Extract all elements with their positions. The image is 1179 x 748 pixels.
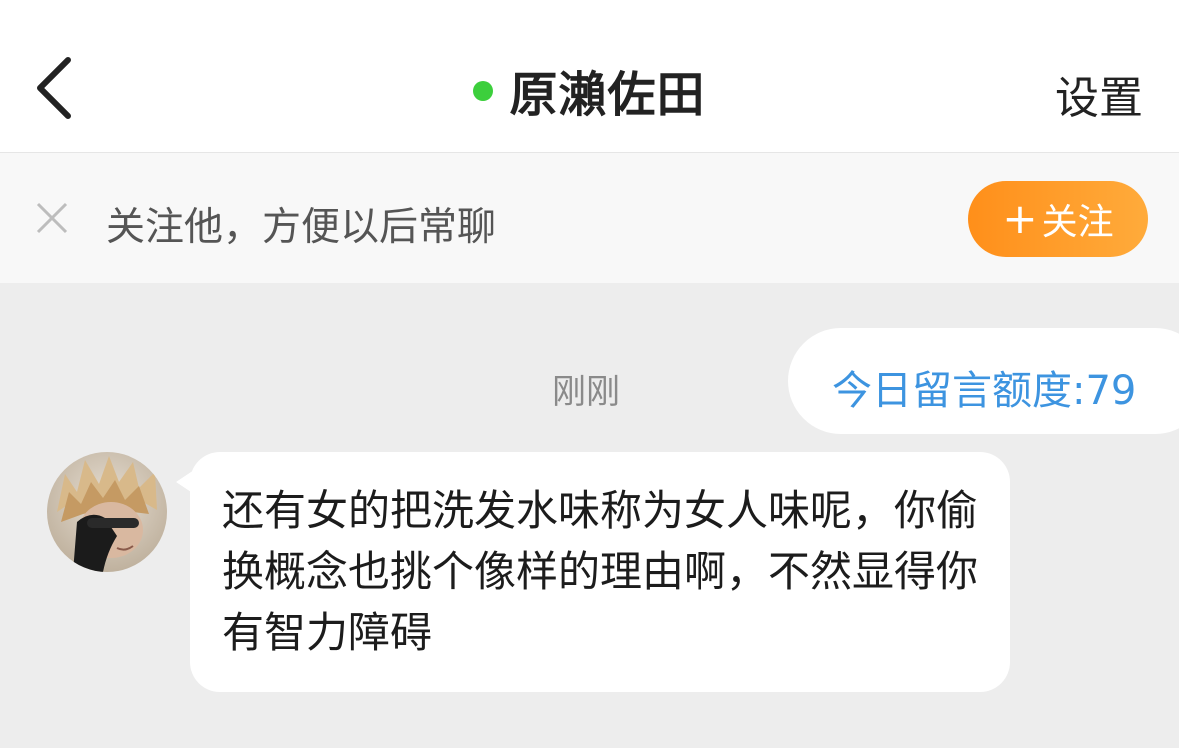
close-icon[interactable] bbox=[34, 200, 70, 236]
settings-button[interactable]: 设置 bbox=[1055, 62, 1143, 126]
follow-button-label: 关注 bbox=[1041, 202, 1114, 243]
top-navigation-bar: 原瀨佐田 设置 bbox=[0, 0, 1179, 153]
chat-title-area: 原瀨佐田 bbox=[0, 58, 1179, 123]
follow-button[interactable]: + 关注 bbox=[968, 181, 1148, 257]
avatar[interactable] bbox=[47, 452, 167, 572]
message-timestamp: 刚刚 bbox=[552, 372, 620, 412]
chat-title: 原瀨佐田 bbox=[509, 67, 706, 123]
message-text: 还有女的把洗发水味称为女人味呢，你偷换概念也挑个像样的理由啊，不然显得你有智力障… bbox=[222, 486, 979, 657]
plus-icon: + bbox=[1002, 194, 1038, 243]
follow-prompt-text: 关注他，方便以后常聊 bbox=[106, 205, 497, 250]
quota-text: 今日留言额度:79 bbox=[832, 368, 1137, 414]
online-status-dot bbox=[473, 81, 494, 101]
